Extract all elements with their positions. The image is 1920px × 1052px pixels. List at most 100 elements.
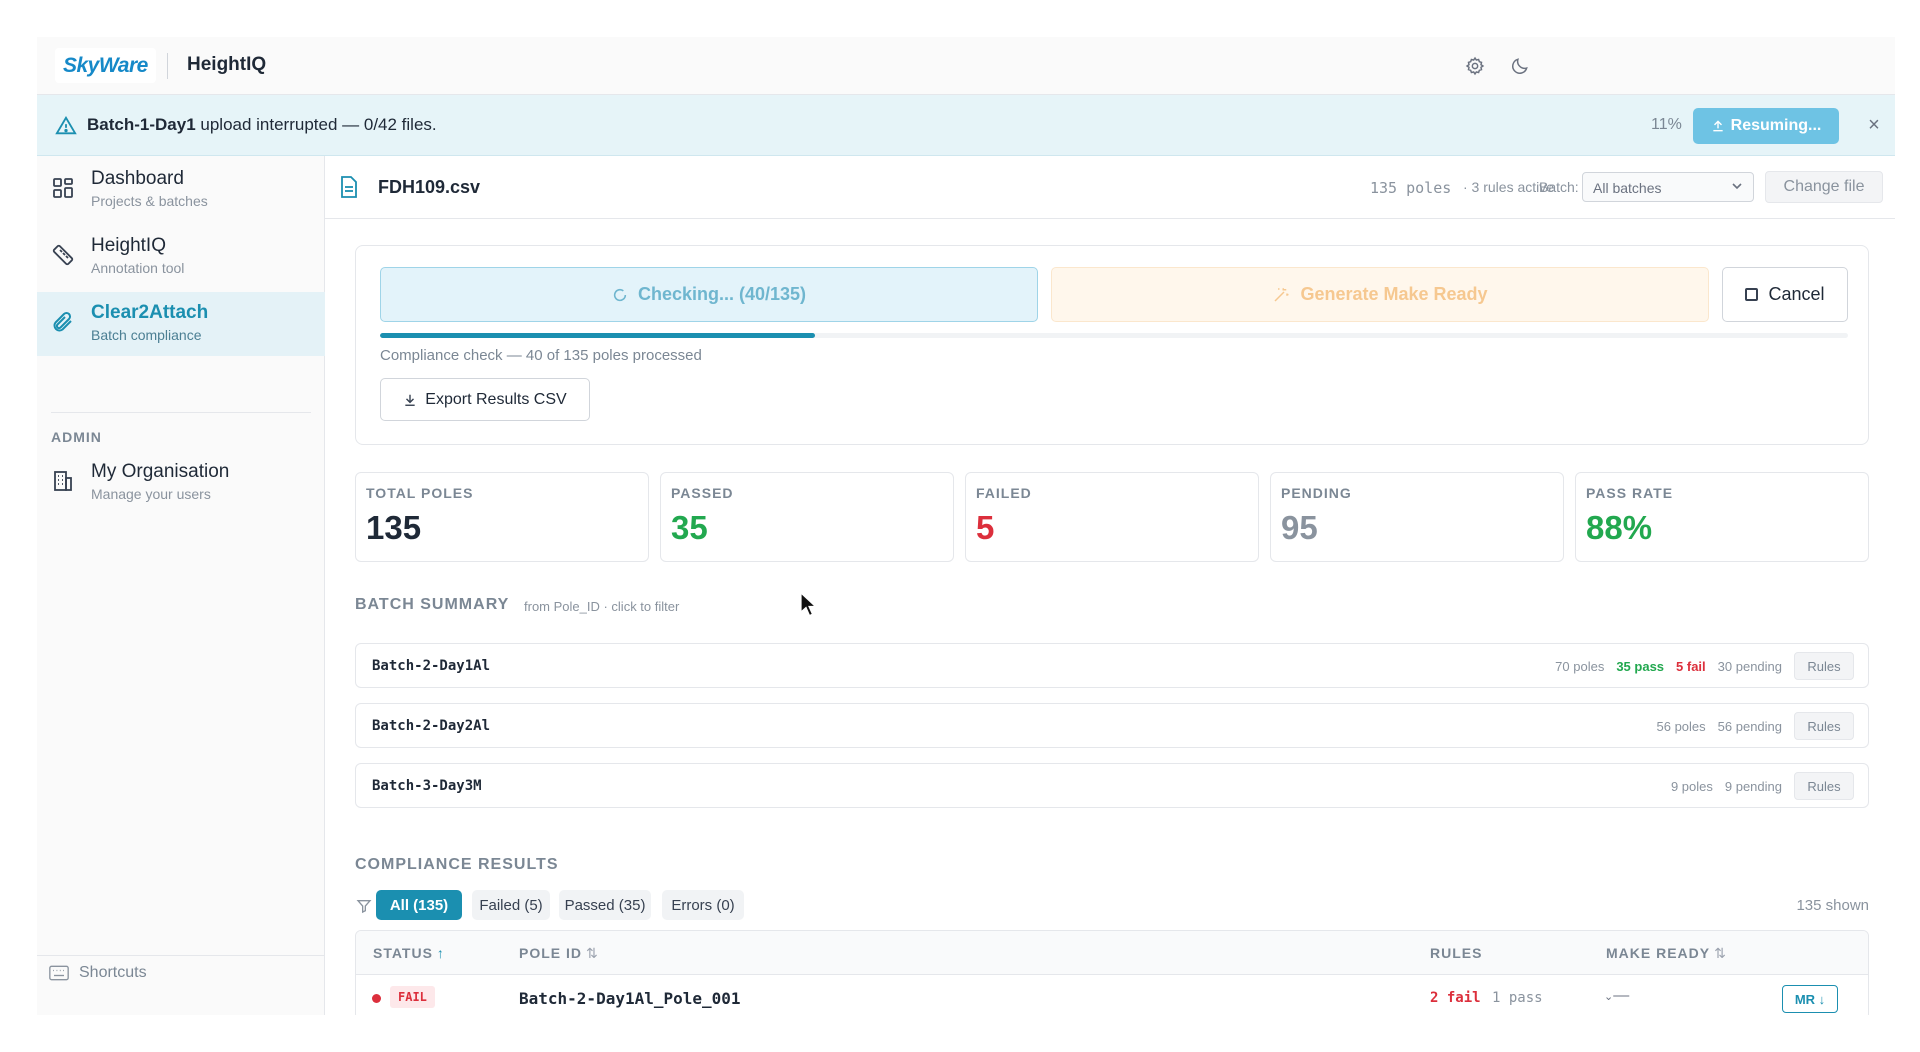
- poles-count: 135 poles: [1370, 179, 1452, 197]
- logo-divider: [167, 53, 168, 79]
- rules-button[interactable]: Rules: [1794, 772, 1854, 800]
- sidebar-item-label: My Organisation: [91, 461, 230, 482]
- stat-failed: FAILED 5: [965, 472, 1259, 562]
- sidebar-item-clear2attach[interactable]: Clear2Attach Batch compliance: [37, 292, 325, 356]
- batch-row[interactable]: Batch-3-Day3M 9 poles 9 pending Rules: [355, 763, 1869, 808]
- filter-chip-all[interactable]: All (135): [376, 890, 462, 920]
- stat-label: PENDING: [1281, 485, 1352, 501]
- spinner-icon: [613, 288, 627, 301]
- change-file-button[interactable]: Change file: [1765, 171, 1883, 203]
- filter-chip-failed[interactable]: Failed (5): [472, 890, 550, 920]
- ruler-icon: [51, 243, 77, 269]
- sidebar-item-heightiq[interactable]: HeightIQ Annotation tool: [37, 225, 325, 289]
- sidebar-item-label: HeightIQ: [91, 235, 166, 256]
- file-icon: [340, 176, 360, 198]
- rules-button[interactable]: Rules: [1794, 712, 1854, 740]
- banner-message: Batch-1-Day1 upload interrupted — 0/42 f…: [87, 115, 437, 135]
- generate-label: Generate Make Ready: [1300, 284, 1488, 304]
- pole-id: Batch-2-Day1Al_Pole_001: [519, 989, 741, 1008]
- batch-pending: 9 pending: [1724, 779, 1782, 794]
- filter-chip-errors[interactable]: Errors (0): [662, 890, 744, 920]
- banner-percent: 11%: [1651, 116, 1682, 133]
- generate-make-ready-button[interactable]: Generate Make Ready: [1051, 267, 1709, 322]
- stat-label: TOTAL POLES: [366, 485, 474, 501]
- chevron-down-icon: [1731, 179, 1743, 195]
- stat-label: PASS RATE: [1586, 485, 1674, 501]
- sort-icon: ⇅: [1714, 945, 1727, 961]
- close-icon[interactable]: ×: [1863, 114, 1885, 136]
- export-label: Export Results CSV: [425, 390, 567, 408]
- batch-stats: 9 poles 9 pending: [1671, 779, 1782, 794]
- skyware-logo[interactable]: SkyWare: [55, 48, 156, 83]
- app-window: SkyWare HeightIQ Batch-1-Day1 upload int…: [37, 37, 1895, 1015]
- sidebar-item-sub: Annotation tool: [91, 260, 185, 276]
- stat-pass-rate: PASS RATE 88%: [1575, 472, 1869, 562]
- sidebar-item-sub: Projects & batches: [91, 193, 208, 209]
- column-pole-id-label: POLE ID: [519, 945, 583, 961]
- column-status[interactable]: STATUS ↑: [373, 945, 445, 961]
- stat-label: FAILED: [976, 485, 1032, 501]
- rules-button[interactable]: Rules: [1794, 652, 1854, 680]
- table-row[interactable]: FAIL Batch-2-Day1Al_Pole_001 2 fail 1 pa…: [356, 975, 1868, 1015]
- filter-chip-passed[interactable]: Passed (35): [559, 890, 651, 920]
- batch-row[interactable]: Batch-2-Day2Al 56 poles 56 pending Rules: [355, 703, 1869, 748]
- building-icon: [51, 469, 77, 495]
- batch-summary-hint: from Pole_ID · click to filter: [524, 599, 680, 614]
- mr-download-button[interactable]: MR ↓: [1782, 985, 1838, 1013]
- cancel-label: Cancel: [1768, 284, 1825, 304]
- batch-row[interactable]: Batch-2-Day1Al 70 poles 35 pass 5 fail 3…: [355, 643, 1869, 688]
- batch-fail: 5 fail: [1676, 659, 1706, 674]
- sidebar-item-dashboard[interactable]: Dashboard Projects & batches: [37, 158, 325, 222]
- batch-poles: 9 poles: [1670, 779, 1713, 794]
- compliance-progress-fill: [380, 333, 815, 338]
- fail-status-dot: [372, 994, 381, 1003]
- admin-section-label: ADMIN: [51, 429, 102, 445]
- sort-icon: ⇅: [586, 945, 599, 961]
- compliance-results-table: STATUS ↑ POLE ID ⇅ RULES MAKE READY ⇅ FAIL …: [355, 930, 1869, 1015]
- gear-icon[interactable]: [1462, 53, 1488, 79]
- batch-stats: 56 poles 56 pending: [1657, 719, 1783, 734]
- export-results-csv-button[interactable]: Export Results CSV: [380, 378, 590, 421]
- batch-name: Batch-3-Day3M: [372, 778, 482, 794]
- batch-stats: 70 poles 35 pass 5 fail 30 pending: [1555, 659, 1782, 674]
- batch-select[interactable]: All batches: [1582, 172, 1754, 202]
- sidebar-item-label: Clear2Attach: [91, 302, 209, 323]
- column-make-ready[interactable]: MAKE READY ⇅: [1606, 945, 1727, 962]
- top-header: SkyWare HeightIQ: [37, 37, 1895, 95]
- batch-pending: 30 pending: [1717, 659, 1782, 674]
- filter-icon: [356, 898, 372, 914]
- shortcuts-label: Shortcuts: [79, 964, 147, 981]
- checking-label: Checking... (40/135): [637, 284, 807, 304]
- batch-label: Batch:: [1539, 179, 1579, 195]
- stat-pending: PENDING 95: [1270, 472, 1564, 562]
- stat-value: 35: [671, 509, 708, 546]
- sidebar-item-sub: Manage your users: [91, 486, 211, 502]
- shortcuts-button[interactable]: Shortcuts: [49, 964, 147, 982]
- stat-value: 95: [1281, 509, 1318, 546]
- mouse-cursor-icon: [800, 592, 818, 617]
- magic-wand-icon: [1274, 287, 1289, 302]
- column-pole-id[interactable]: POLE ID ⇅: [519, 945, 599, 962]
- warning-icon: [55, 115, 77, 137]
- make-ready-text: —: [1613, 987, 1630, 1004]
- download-icon: [405, 394, 415, 406]
- banner-message-text: upload interrupted — 0/42 files.: [195, 115, 437, 134]
- batch-pending: 56 pending: [1717, 719, 1782, 734]
- keyboard-icon: [49, 965, 69, 981]
- resuming-button[interactable]: Resuming...: [1693, 108, 1839, 144]
- sidebar-divider: [51, 412, 311, 413]
- cancel-button[interactable]: Cancel: [1722, 267, 1848, 322]
- upload-interrupted-banner: Batch-1-Day1 upload interrupted — 0/42 f…: [37, 95, 1895, 156]
- sort-asc-icon: ↑: [436, 945, 445, 961]
- app-title: HeightIQ: [187, 54, 267, 75]
- column-status-label: STATUS: [373, 945, 433, 961]
- sidebar-item-my-organisation[interactable]: My Organisation Manage your users: [37, 451, 325, 515]
- compliance-results-title: COMPLIANCE RESULTS: [355, 856, 559, 873]
- moon-icon[interactable]: [1507, 53, 1533, 79]
- stat-passed: PASSED 35: [660, 472, 954, 562]
- checking-button[interactable]: Checking... (40/135): [380, 267, 1038, 322]
- table-header: STATUS ↑ POLE ID ⇅ RULES MAKE READY ⇅: [356, 931, 1868, 975]
- stat-label: PASSED: [671, 485, 734, 501]
- make-ready-value[interactable]: ⌄—: [1604, 987, 1629, 1005]
- sidebar: Dashboard Projects & batches HeightIQ An…: [37, 156, 325, 1015]
